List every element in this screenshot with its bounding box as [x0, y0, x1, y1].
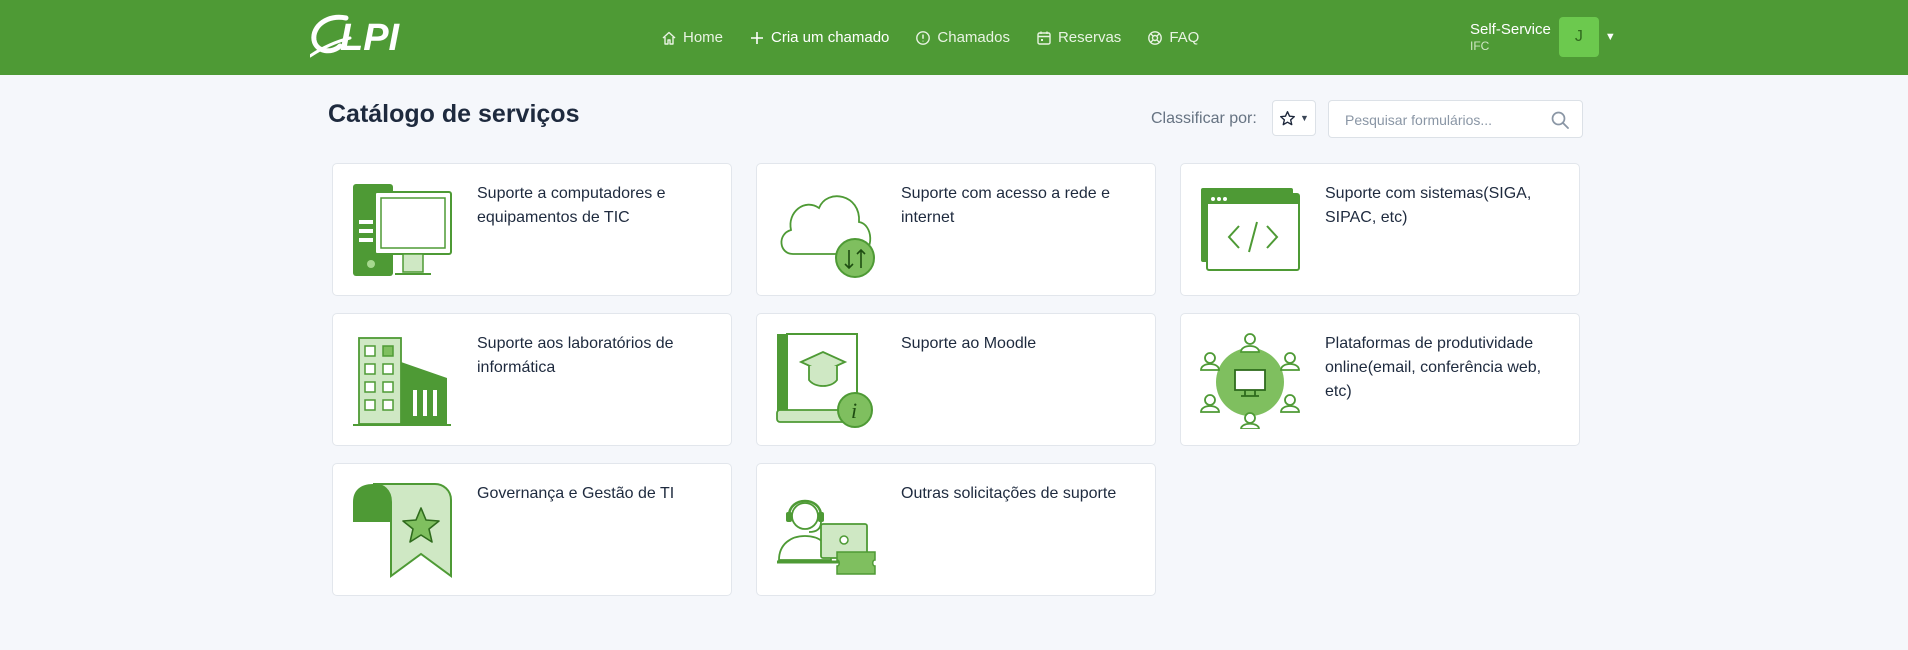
lifebuoy-icon: [1148, 30, 1163, 45]
page-title: Catálogo de serviços: [328, 100, 580, 128]
home-icon: [662, 31, 676, 45]
service-card-title: Suporte aos laboratórios de informática: [477, 335, 674, 376]
service-card-title: Governança e Gestão de TI: [477, 485, 675, 502]
chevron-down-icon: ▼: [1604, 31, 1616, 43]
service-card-title: Suporte a computadores e equipamentos de…: [477, 185, 666, 226]
sort-dropdown-button[interactable]: ▼: [1272, 100, 1316, 136]
caret-down-icon: ▼: [1300, 113, 1309, 123]
service-card-moodle[interactable]: i Suporte ao Moodle: [756, 313, 1156, 446]
ribbon-star-icon: [353, 483, 452, 578]
plus-icon: [751, 31, 764, 44]
service-card-title: Suporte com sistemas(SIGA, SIPAC, etc): [1325, 185, 1532, 226]
profile-entity: IFC: [1470, 39, 1490, 53]
service-card-title: Suporte ao Moodle: [901, 335, 1037, 352]
glpi-logo[interactable]: LPI: [310, 12, 416, 60]
profile-text: Self-Service IFC: [1470, 21, 1551, 53]
nav-tickets[interactable]: Chamados: [915, 29, 1010, 46]
service-card-governance[interactable]: Governança e Gestão de TI: [332, 463, 732, 596]
service-card-title: Suporte com acesso a rede e internet: [901, 185, 1111, 226]
calendar-icon: [1037, 31, 1051, 45]
service-card-network[interactable]: Suporte com acesso a rede e internet: [756, 163, 1156, 296]
service-card-title: Plataformas de produtividade online(emai…: [1325, 335, 1542, 400]
nav-tickets-label: Chamados: [937, 29, 1010, 46]
top-navbar: LPI Home Cria um chamado Chamados Reserv…: [0, 0, 1908, 75]
nav-home-label: Home: [683, 29, 724, 46]
network-people-icon: [1200, 333, 1300, 429]
sort-label: Classificar por:: [1151, 110, 1257, 127]
nav-reservations[interactable]: Reservas: [1036, 29, 1121, 46]
nav-home[interactable]: Home: [661, 29, 723, 46]
support-agent-icon: [777, 499, 876, 575]
service-card-computers[interactable]: Suporte a computadores e equipamentos de…: [332, 163, 732, 296]
search-icon[interactable]: [1550, 110, 1570, 130]
search-box: [1328, 100, 1583, 139]
service-card-title: Outras solicitações de suporte: [901, 485, 1117, 502]
computer-icon: [353, 184, 452, 276]
main-nav: Home Cria um chamado Chamados Reservas F…: [661, 0, 1225, 75]
nav-create-ticket-label: Cria um chamado: [771, 29, 890, 46]
cloud-network-icon: [780, 195, 875, 278]
nav-faq[interactable]: FAQ: [1147, 29, 1199, 46]
alert-circle-icon: [916, 30, 931, 45]
nav-create-ticket[interactable]: Cria um chamado: [749, 29, 889, 46]
building-icon: [353, 337, 451, 426]
user-menu[interactable]: Self-Service IFC J ▼: [1470, 17, 1616, 57]
code-window-icon: [1201, 188, 1300, 271]
avatar[interactable]: J: [1558, 17, 1599, 57]
search-input[interactable]: [1343, 101, 1547, 139]
service-card-systems[interactable]: Suporte com sistemas(SIGA, SIPAC, etc): [1180, 163, 1580, 296]
nav-reservations-label: Reservas: [1057, 29, 1122, 46]
service-card-labs[interactable]: Suporte aos laboratórios de informática: [332, 313, 732, 446]
svg-text:LPI: LPI: [340, 17, 401, 59]
star-icon: [1280, 110, 1296, 125]
book-graduation-icon: i: [776, 333, 873, 428]
profile-name: Self-Service: [1470, 21, 1551, 38]
svg-text:i: i: [851, 398, 857, 423]
nav-faq-label: FAQ: [1169, 29, 1200, 46]
service-card-productivity[interactable]: Plataformas de produtividade online(emai…: [1180, 313, 1580, 446]
service-card-other[interactable]: Outras solicitações de suporte: [756, 463, 1156, 596]
